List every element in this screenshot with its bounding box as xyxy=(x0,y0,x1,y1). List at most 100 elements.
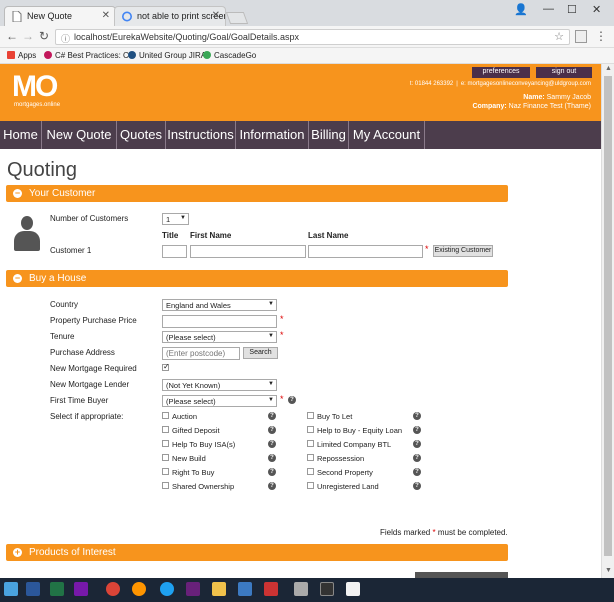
nav-new-quote[interactable]: New Quote xyxy=(42,121,117,149)
help-icon[interactable]: ? xyxy=(413,412,421,420)
scroll-down-icon: ▼ xyxy=(605,567,612,574)
help-icon[interactable]: ? xyxy=(268,454,276,462)
windows-start-icon[interactable] xyxy=(4,582,18,596)
sign-out-button[interactable]: sign out xyxy=(536,67,592,78)
scrollbar-thumb[interactable] xyxy=(604,76,612,556)
lender-label: New Mortgage Lender xyxy=(50,380,130,389)
country-select[interactable]: England and Wales ▼ xyxy=(162,299,277,311)
maximize-icon[interactable]: ☐ xyxy=(567,3,577,16)
nav-billing[interactable]: Billing xyxy=(309,121,349,149)
lender-select[interactable]: (Not Yet Known) ▼ xyxy=(162,379,277,391)
nav-quotes[interactable]: Quotes xyxy=(117,121,166,149)
info-icon: ⓘ xyxy=(61,34,71,44)
onenote-icon[interactable] xyxy=(74,582,88,596)
expand-icon[interactable]: + xyxy=(13,548,22,557)
site-logo[interactable]: MO xyxy=(12,70,58,104)
bookmark-jira[interactable]: United Group JIRA xyxy=(128,51,206,60)
help-icon[interactable]: ? xyxy=(413,482,421,490)
help-icon[interactable]: ? xyxy=(413,426,421,434)
word-icon[interactable] xyxy=(26,582,40,596)
help-icon[interactable]: ? xyxy=(413,440,421,448)
existing-customer-button[interactable]: Existing Customer xyxy=(433,245,493,257)
email-text[interactable]: e: mortgagesonlineconveyancing@uldgroup.… xyxy=(461,81,591,87)
main-nav: Home New Quote Quotes Instructions Infor… xyxy=(0,121,601,149)
help-icon[interactable]: ? xyxy=(413,468,421,476)
minimize-icon[interactable]: — xyxy=(543,3,554,15)
page-scrollbar[interactable]: ▲ ▼ xyxy=(601,64,614,578)
bookmark-cascadego[interactable]: CascadeGo xyxy=(203,51,256,60)
help-icon[interactable]: ? xyxy=(413,454,421,462)
help-icon[interactable]: ? xyxy=(268,468,276,476)
collapse-icon[interactable]: − xyxy=(13,189,22,198)
cascade-icon xyxy=(203,51,211,59)
menu-icon[interactable]: ⋮ xyxy=(595,29,607,43)
tenure-select[interactable]: (Please select) ▼ xyxy=(162,331,277,343)
new-tab-button[interactable] xyxy=(225,12,249,24)
help-icon[interactable]: ? xyxy=(268,426,276,434)
new-mortgage-checkbox[interactable] xyxy=(162,362,170,371)
close-tab-icon[interactable]: ✕ xyxy=(212,10,220,21)
reload-icon[interactable]: ↻ xyxy=(39,29,49,43)
excel-icon[interactable] xyxy=(50,582,64,596)
firefox-icon[interactable] xyxy=(132,582,146,596)
search-postcode-button[interactable]: Search xyxy=(243,347,278,359)
bookmark-star-icon[interactable]: ☆ xyxy=(554,30,564,43)
app-icon[interactable] xyxy=(238,582,252,596)
section-your-customer[interactable]: − Your Customer xyxy=(6,185,508,202)
browser-tabstrip: New Quote ✕ not able to print screen ✕ 👤… xyxy=(0,0,614,26)
nav-home[interactable]: Home xyxy=(0,121,42,149)
file-explorer-icon[interactable] xyxy=(212,582,226,596)
bookmark-apps[interactable]: Apps xyxy=(7,51,36,60)
nav-information[interactable]: Information xyxy=(236,121,309,149)
new-build-checkbox[interactable] xyxy=(162,454,169,461)
postcode-input[interactable] xyxy=(162,347,240,360)
purchase-price-input[interactable] xyxy=(162,315,277,328)
chrome-icon[interactable] xyxy=(106,582,120,596)
gifted-deposit-checkbox[interactable] xyxy=(162,426,169,433)
app-icon[interactable] xyxy=(320,582,334,596)
help-icon[interactable]: ? xyxy=(268,482,276,490)
buy-to-let-checkbox[interactable] xyxy=(307,412,314,419)
forward-icon[interactable]: → xyxy=(22,29,34,43)
first-time-buyer-select[interactable]: (Please select) ▼ xyxy=(162,395,277,407)
visual-studio-icon[interactable] xyxy=(186,582,200,596)
close-tab-icon[interactable]: ✕ xyxy=(102,10,110,21)
app-icon[interactable] xyxy=(264,582,278,596)
bookmark-csharp[interactable]: C# Best Practices: Co xyxy=(44,51,133,60)
unregistered-land-checkbox[interactable] xyxy=(307,482,314,489)
app-icon[interactable] xyxy=(346,582,360,596)
help-icon[interactable]: ? xyxy=(288,396,296,404)
section-products-of-interest[interactable]: + Products of Interest xyxy=(6,544,508,561)
select-appropriate-label: Select if appropriate: xyxy=(50,412,124,421)
section-title: Buy a House xyxy=(29,273,87,284)
right-to-buy-checkbox[interactable] xyxy=(162,468,169,475)
price-label: Property Purchase Price xyxy=(50,316,137,325)
repossession-checkbox[interactable] xyxy=(307,454,314,461)
customer-title-input[interactable] xyxy=(162,245,187,258)
internet-explorer-icon[interactable] xyxy=(160,582,174,596)
close-window-icon[interactable]: ✕ xyxy=(592,3,601,16)
browser-tab-new-quote[interactable]: New Quote ✕ xyxy=(4,6,116,26)
browser-tab-google[interactable]: not able to print screen ✕ xyxy=(114,6,226,26)
nav-instructions[interactable]: Instructions xyxy=(166,121,236,149)
shared-ownership-checkbox[interactable] xyxy=(162,482,169,489)
app-icon[interactable] xyxy=(294,582,308,596)
help-to-buy-equity-checkbox[interactable] xyxy=(307,426,314,433)
auction-checkbox[interactable] xyxy=(162,412,169,419)
help-to-buy-isa-checkbox[interactable] xyxy=(162,440,169,447)
limited-company-btl-checkbox[interactable] xyxy=(307,440,314,447)
help-icon[interactable]: ? xyxy=(268,440,276,448)
num-customers-select[interactable]: 1 ▼ xyxy=(162,213,189,225)
collapse-icon[interactable]: − xyxy=(13,274,22,283)
extension-icon[interactable] xyxy=(575,30,587,43)
nav-my-account[interactable]: My Account xyxy=(349,121,425,149)
help-icon[interactable]: ? xyxy=(268,412,276,420)
url-input[interactable]: ⓘ localhost/EurekaWebsite/Quoting/Goal/G… xyxy=(55,29,570,45)
second-property-checkbox[interactable] xyxy=(307,468,314,475)
preferences-button[interactable]: preferences xyxy=(472,67,530,78)
profile-icon[interactable]: 👤 xyxy=(514,3,528,16)
customer-first-name-input[interactable] xyxy=(190,245,306,258)
section-buy-a-house[interactable]: − Buy a House xyxy=(6,270,508,287)
customer-last-name-input[interactable] xyxy=(308,245,423,258)
back-icon[interactable]: ← xyxy=(6,29,18,43)
